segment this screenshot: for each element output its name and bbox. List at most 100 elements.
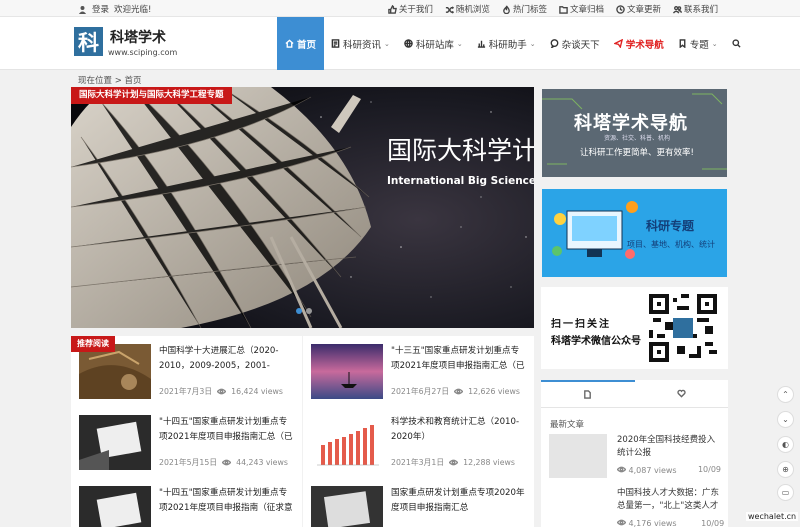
share-button[interactable]: ⊕ [777, 461, 794, 478]
article-meta: 2021年7月3日 16,424 views [159, 386, 283, 397]
tab-favorites[interactable] [635, 380, 729, 407]
article-views: 12,288 views [463, 458, 515, 467]
nav-misc[interactable]: 杂谈天下 [543, 17, 607, 70]
users-icon [672, 5, 682, 14]
eye-icon [454, 388, 464, 395]
nav-research-assistant[interactable]: 科研助手 ⌄ [470, 17, 543, 70]
updates-link[interactable]: 文章更新 [616, 3, 661, 15]
nav-banner-title: 科塔学术导航 [574, 113, 688, 134]
site-name[interactable]: 科塔学术 [110, 27, 166, 47]
wechat-qr-widget: 扫一扫关注 科塔学术微信公众号 [541, 287, 728, 369]
search-button[interactable] [725, 17, 748, 70]
bookmark-icon [679, 39, 686, 48]
about-link[interactable]: 关于我们 [388, 3, 433, 15]
article-title[interactable]: 中国科学十大进展汇总（2020-2010，2009-2005，2001-1998… [159, 344, 295, 374]
article-thumbnail [311, 344, 383, 399]
site-url: www.sciping.com [108, 48, 178, 57]
article-title[interactable]: "十三五"国家重点研发计划重点专项2021年度项目申报指南汇总（已 [391, 344, 527, 374]
telescope-image [71, 87, 534, 328]
breadcrumb-home[interactable]: 首页 [125, 76, 142, 86]
latest-articles-label: 最新文章 [550, 420, 585, 430]
chevron-down-icon: ⌄ [384, 39, 390, 48]
qr-code-image [649, 294, 717, 362]
search-icon [731, 39, 741, 48]
recommend-badge: 推荐阅读 [71, 336, 115, 352]
chevron-down-icon: ⌄ [711, 39, 718, 48]
latest-article-meta: 4,087 views 10/09 [617, 465, 721, 475]
login-link[interactable]: 登录 [92, 3, 109, 15]
research-topics-banner[interactable]: 科研专题 项目、基地、机构、统计 [542, 189, 727, 277]
slide-topic-tag[interactable]: 国际大科学计划与国际大科学工程专题 [71, 87, 232, 104]
article-card[interactable]: "十四五"国家重点研发计划重点专项2021年度项目申报指南（征求意 [71, 478, 302, 527]
article-card[interactable]: 科学技术和教育统计汇总（2010-2020年） 2021年3月1日 12,288… [303, 407, 534, 478]
heart-icon [677, 389, 686, 398]
comment-icon [550, 39, 559, 48]
article-date: 2021年5月15日 [159, 458, 218, 467]
main-nav: 首页 科研资讯 ⌄ 科研站库 ⌄ 科研助手 ⌄ 杂谈天下 学术导航 专题 ⌄ [277, 17, 748, 70]
article-card[interactable]: 推荐阅读 中国科学十大进展汇总（2020-2010，2009-2005，2001… [71, 336, 302, 407]
topic-banner-title: 科研专题 [646, 219, 695, 233]
clock-icon [616, 4, 625, 14]
random-link[interactable]: 随机浏览 [445, 3, 490, 15]
article-title[interactable]: 科学技术和教育统计汇总（2010-2020年） [391, 415, 527, 445]
slider-dot[interactable] [296, 308, 302, 314]
site-logo[interactable]: 科 [74, 27, 103, 56]
folder-icon [559, 5, 568, 14]
article-thumbnail [311, 486, 383, 527]
arrow-down-icon: ⌄ [782, 415, 789, 424]
home-icon [285, 39, 294, 48]
latest-article-meta: 4,176 views 10/09 [617, 518, 724, 527]
nav-research-sites[interactable]: 科研站库 ⌄ [397, 17, 470, 70]
eye-icon [617, 466, 626, 473]
academic-navigation-banner[interactable]: 科塔学术导航 资源、社交、科普、机构 让科研工作更简单、更有效率! [542, 89, 727, 177]
comment-button[interactable]: ▭ [777, 484, 794, 501]
comment-icon: ▭ [781, 488, 790, 497]
fire-icon [503, 5, 510, 14]
tab-latest[interactable] [541, 380, 635, 407]
shuffle-icon [445, 5, 454, 14]
article-card[interactable]: "十三五"国家重点研发计划重点专项2021年度项目申报指南汇总（已 2021年6… [303, 336, 534, 407]
breadcrumb-here: 现在位置 [78, 76, 113, 86]
user-icon [78, 5, 87, 14]
welcome-text: 欢迎光临! [114, 5, 152, 15]
thumbs-up-icon [388, 4, 397, 14]
slider-dot[interactable] [306, 308, 312, 314]
share-icon: ⊕ [782, 465, 789, 474]
nav-home[interactable]: 首页 [277, 17, 324, 70]
article-date: 2021年3月1日 [391, 458, 445, 467]
nav-research-news[interactable]: 科研资讯 ⌄ [324, 17, 397, 70]
paper-plane-icon [613, 39, 623, 48]
article-views: 44,243 views [236, 458, 288, 467]
chevron-down-icon: ⌄ [529, 39, 536, 48]
breadcrumb-separator: > [114, 76, 122, 86]
nav-academic-navigation[interactable]: 学术导航 [607, 17, 671, 70]
scroll-top-button[interactable]: ⌃ [777, 386, 794, 403]
hot-tags-link[interactable]: 热门标签 [502, 3, 547, 15]
eye-icon [222, 459, 232, 466]
breadcrumb: 现在位置 > 首页 [78, 74, 142, 86]
article-views: 12,626 views [468, 387, 520, 396]
slider-dots [296, 308, 312, 314]
topic-illustration [542, 189, 727, 277]
site-header: 科 科塔学术 www.sciping.com 首页 科研资讯 ⌄ 科研站库 ⌄ 科研… [0, 17, 800, 70]
nav-topics[interactable]: 专题 ⌄ [671, 17, 725, 70]
article-thumbnail [79, 415, 151, 470]
featured-slider[interactable]: 国际大科学计划与国际大科学工程专题 国际大科学计 International B… [71, 87, 534, 328]
article-card[interactable]: "十四五"国家重点研发计划重点专项2021年度项目申报指南汇总（已 2021年5… [71, 407, 302, 478]
contact-link[interactable]: 联系我们 [672, 3, 718, 15]
latest-article-title[interactable]: 2020年全国科技经费投入统计公报 [617, 434, 723, 460]
latest-article-thumbnail[interactable] [549, 434, 607, 478]
dark-mode-button[interactable]: ◐ [777, 436, 794, 453]
article-title[interactable]: 国家重点研发计划重点专项2020年度项目申报指南汇总 [391, 486, 527, 516]
article-title[interactable]: "十四五"国家重点研发计划重点专项2021年度项目申报指南（征求意 [159, 486, 295, 516]
article-meta: 2021年5月15日 44,243 views [159, 457, 288, 468]
slide-subheading: International Big Science Re [387, 175, 534, 187]
scroll-down-button[interactable]: ⌄ [777, 411, 794, 428]
watermark: wechalet.cn [746, 512, 799, 521]
article-meta: 2021年6月27日 12,626 views [391, 386, 520, 397]
article-card[interactable]: 国家重点研发计划重点专项2020年度项目申报指南汇总 [303, 478, 534, 527]
archive-link[interactable]: 文章归档 [559, 3, 604, 15]
article-title[interactable]: "十四五"国家重点研发计划重点专项2021年度项目申报指南汇总（已 [159, 415, 295, 445]
top-bar: 登录 欢迎光临! 关于我们 随机浏览 热门标签 文章归档 文章更新 联系我们 [0, 0, 800, 17]
latest-article-title[interactable]: 中国科技人才大数据：广东总量第一，"北上"这类人才 [617, 487, 725, 513]
